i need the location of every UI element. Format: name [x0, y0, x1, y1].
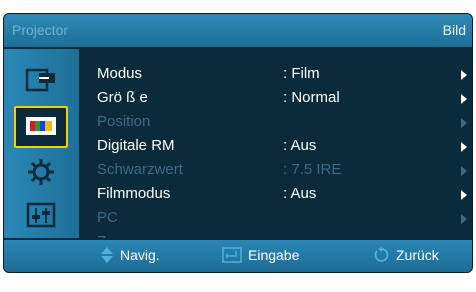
menu-item-label: Filmmodus: [97, 185, 171, 202]
menu-item-groesse[interactable]: Grö ß e : Normal: [97, 87, 467, 111]
sidebar-item-picture[interactable]: [14, 106, 68, 148]
settings-gear-icon: [28, 159, 54, 185]
menu-item-label: Modus: [97, 65, 143, 82]
control-hint-bar: Navig. Eingabe Zurück: [4, 238, 472, 272]
sidebar-item-input[interactable]: [14, 61, 68, 101]
section-title: Bild: [442, 22, 466, 38]
category-sidebar: [4, 49, 79, 239]
sidebar-item-audio[interactable]: [14, 195, 68, 235]
menu-item-label: Grö ß e: [97, 89, 148, 106]
menu-item-label: PC: [97, 209, 118, 226]
menu-item-pc: PC: [97, 207, 467, 231]
menu-item-value: : Aus: [283, 185, 317, 202]
window-title: Projector: [12, 22, 69, 38]
menu-item-filmmodus[interactable]: Filmmodus : Aus: [97, 183, 467, 207]
menu-item-modus[interactable]: Modus : Film: [97, 63, 467, 87]
input-icon: [25, 68, 55, 92]
chevron-right-icon: [461, 94, 467, 104]
menu-item-value: : Aus: [283, 137, 317, 154]
return-circle-icon: [374, 247, 389, 262]
menu-list: Modus : Film Grö ß e : Normal Position D…: [97, 63, 467, 255]
menu-item-value: : Film: [283, 65, 320, 82]
menu-item-label: Position: [97, 113, 151, 130]
zurueck-label: Zurück: [396, 247, 439, 263]
zurueck-hint: Zurück: [374, 247, 439, 263]
navig-label: Navig.: [120, 247, 160, 263]
chevron-right-icon: [461, 166, 467, 176]
chevron-right-icon: [461, 70, 467, 80]
menu-item-label: Schwarzwert: [97, 161, 183, 178]
menu-item-value: : 7.5 IRE: [283, 161, 342, 178]
menu-item-schwarzwert: Schwarzwert : 7.5 IRE: [97, 159, 467, 183]
projector-osd-window: Projector Bild Modus: Film Grö ß e: No…: [3, 13, 473, 273]
enter-key-icon: [222, 247, 242, 263]
title-bar: Projector Bild: [4, 14, 472, 49]
up-down-arrows-icon: [101, 247, 113, 263]
sidebar-item-settings[interactable]: [14, 152, 68, 192]
chevron-right-icon: [461, 214, 467, 224]
eingabe-label: Eingabe: [248, 247, 300, 263]
menu-item-value: : Normal: [283, 89, 340, 106]
chevron-right-icon: [461, 118, 467, 128]
menu-item-digitale-rm[interactable]: Digitale RM : Aus: [97, 135, 467, 159]
picture-icon: [26, 117, 56, 135]
menu-item-label: Digitale RM: [97, 137, 175, 154]
menu-item-position: Position: [97, 111, 467, 135]
chevron-right-icon: [461, 190, 467, 200]
eingabe-hint: Eingabe: [222, 247, 299, 263]
chevron-right-icon: [461, 142, 467, 152]
audio-adjust-icon: [26, 202, 56, 228]
navig-hint: Navig.: [100, 247, 160, 263]
